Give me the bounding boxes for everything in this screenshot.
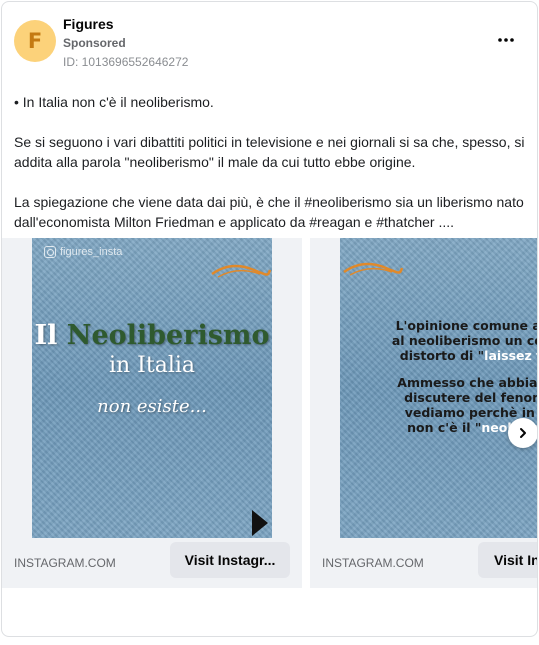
avatar-letter: F [27,29,43,53]
body-paragraph: Se si seguono i vari dibattiti politici … [14,134,525,170]
slide-image[interactable]: figures_insta Il Neoliberismo in Italia … [32,238,272,538]
title-accent: Neoliberismo [66,320,270,351]
page-avatar[interactable]: F [14,20,56,62]
carousel-next-button[interactable] [508,418,537,448]
watermark-text: figures_insta [60,246,123,258]
page-name[interactable]: Figures [63,16,114,32]
caption-line: discutere del fenomeno, [404,390,537,405]
carousel: figures_insta Il Neoliberismo in Italia … [2,238,538,588]
caption-line: L'opinione comune associa [395,318,537,333]
caption-highlight: laissez faire [484,348,537,363]
post-body: • In Italia non c'è il neoliberismo. Se … [14,92,532,232]
body-paragraph: La spiegazione che viene data dai più, è… [14,194,524,230]
caption-line: al neoliberismo un concetto [391,333,537,348]
swoosh-decoration [211,264,272,278]
chevron-right-icon [520,428,526,438]
body-paragraph: • In Italia non c'è il neoliberismo. [14,94,214,110]
instagram-icon [44,246,56,258]
carousel-slide[interactable]: L'opinione comune associa al neoliberism… [310,238,538,588]
next-arrow-icon [252,510,268,536]
ellipsis-icon [498,38,514,42]
visit-instagram-button[interactable]: Visit Ins [478,542,537,578]
title-line2: in Italia [108,353,196,378]
ad-id: ID: 1013696552646272 [63,55,189,69]
caption-line: distorto di " [399,348,485,363]
more-options-button[interactable] [492,30,520,50]
swoosh-decoration [343,262,404,276]
caption-line: Ammesso che abbia senso [397,375,538,390]
slide-image[interactable]: L'opinione comune associa al neoliberism… [340,238,538,538]
slide-caption: L'opinione comune associa al neoliberism… [370,318,538,435]
sponsored-label: Sponsored [63,36,126,50]
sponsored-post-card: F Figures Sponsored ID: 1013696552646272… [1,1,538,637]
caption-line: non c'è il " [407,420,482,435]
slide-title: Il Neoliberismo in Italia [32,320,272,378]
carousel-slide[interactable]: figures_insta Il Neoliberismo in Italia … [2,238,302,588]
link-domain[interactable]: INSTAGRAM.COM [322,556,424,570]
slide-subline: non esiste... [97,396,207,417]
visit-instagram-button[interactable]: Visit Instagr... [170,542,290,578]
title-prefix: Il [34,320,67,351]
link-domain[interactable]: INSTAGRAM.COM [14,556,116,570]
watermark: figures_insta [44,246,122,258]
caption-line: vediamo perchè in Italia [404,405,537,420]
